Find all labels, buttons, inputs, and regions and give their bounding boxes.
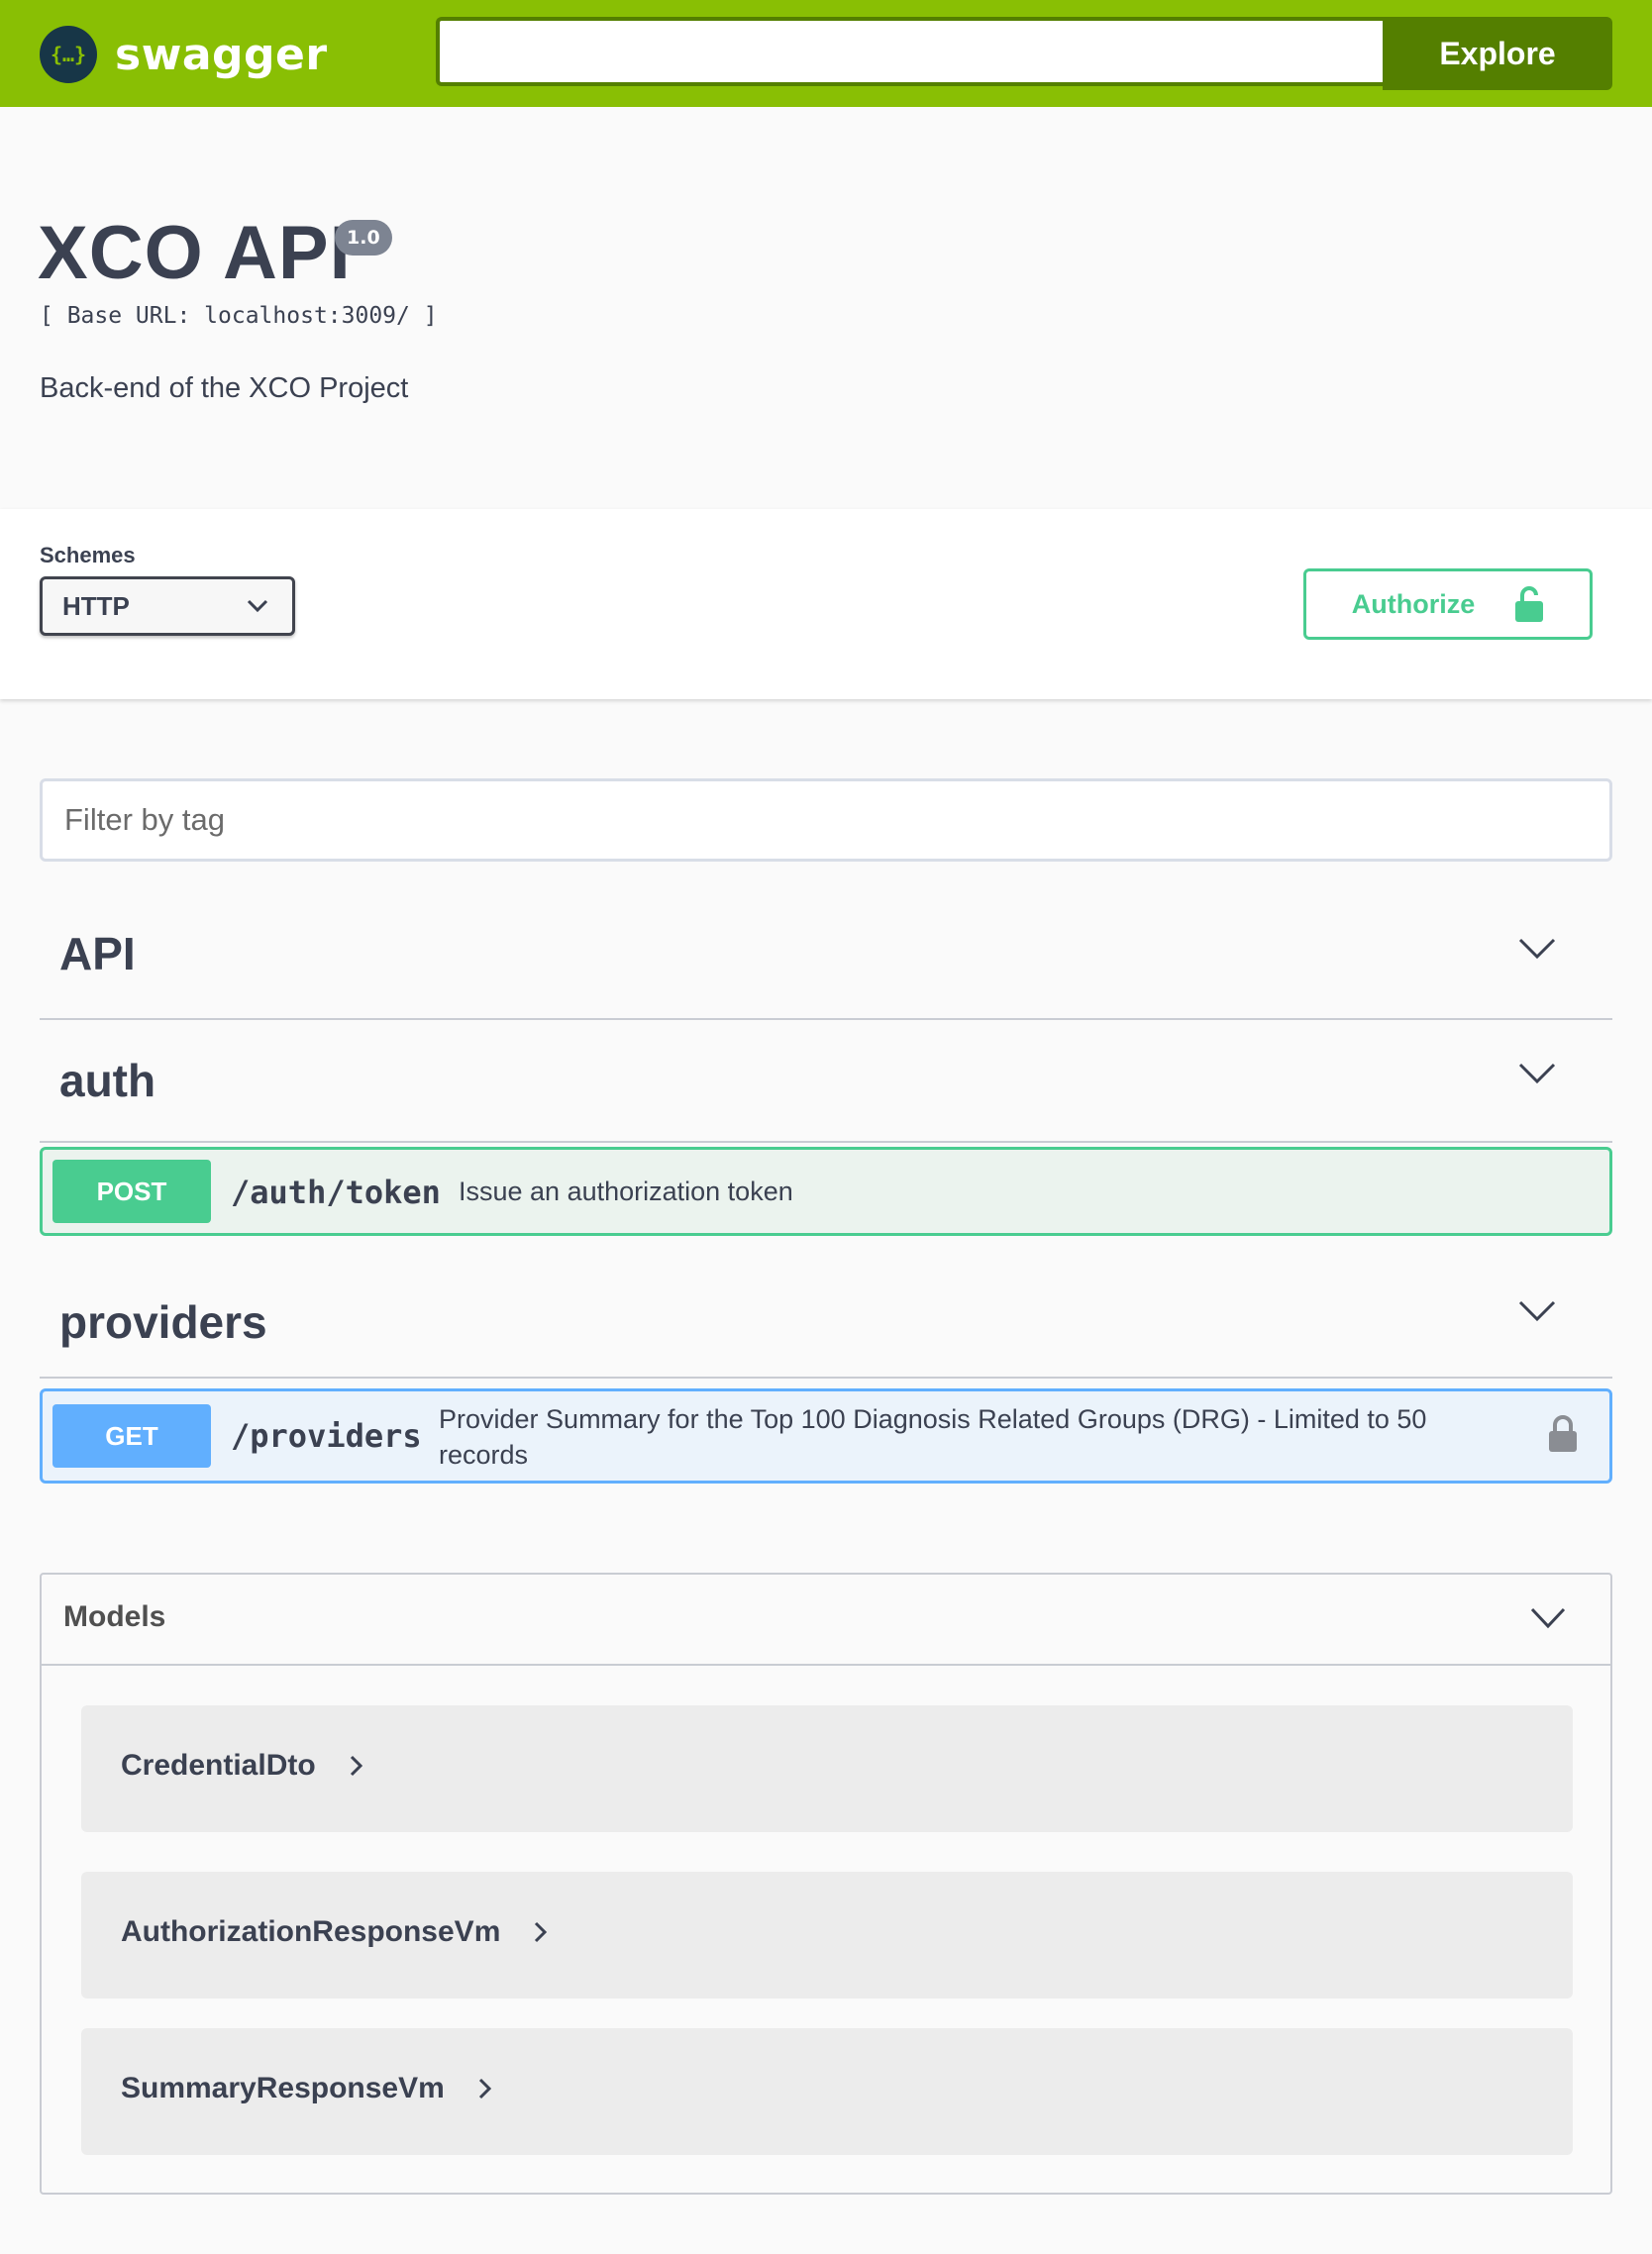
tag-name: auth — [59, 1055, 156, 1106]
operation-path: /providers — [231, 1417, 422, 1455]
chevron-down-icon — [1518, 1300, 1556, 1322]
version-badge: 1.0 — [335, 220, 392, 256]
schemes-label: Schemes — [40, 543, 136, 567]
api-description: Back-end of the XCO Project — [40, 372, 409, 404]
scheme-container: Schemes HTTP Authorize — [0, 509, 1652, 699]
schemes-selected-value: HTTP — [62, 590, 130, 621]
chevron-right-icon — [350, 1755, 362, 1777]
model-name-text: AuthorizationResponseVm — [121, 1915, 501, 1948]
tag-section-api[interactable]: API — [40, 897, 1612, 1020]
tag-section-providers[interactable]: providers — [40, 1256, 1612, 1379]
unlock-icon — [1515, 586, 1544, 622]
chevron-right-icon — [535, 1921, 548, 1943]
model-name-text: SummaryResponseVm — [121, 2072, 445, 2104]
topbar: {…} swagger Explore — [0, 0, 1652, 107]
chevron-right-icon — [478, 2078, 491, 2100]
operation-summary: Issue an authorization token — [459, 1177, 793, 1206]
tag-name: providers — [59, 1296, 267, 1348]
brand-name: swagger — [115, 29, 328, 80]
schemes-select[interactable]: HTTP — [40, 576, 295, 636]
operation-summary-line: Provider Summary for the Top 100 Diagnos… — [439, 1404, 1427, 1434]
operation-post-auth-token[interactable]: POST /auth/token Issue an authorization … — [40, 1147, 1612, 1236]
page-title: XCO API — [38, 211, 352, 295]
model-item[interactable]: CredentialDto — [81, 1705, 1573, 1832]
tag-section-auth[interactable]: auth — [40, 1020, 1612, 1143]
models-header[interactable]: Models — [42, 1575, 1610, 1666]
operation-summary-line: records — [439, 1440, 529, 1470]
authorize-label: Authorize — [1351, 588, 1476, 619]
chevron-down-icon — [1518, 938, 1556, 960]
explore-button[interactable]: Explore — [1383, 17, 1612, 90]
model-name: AuthorizationResponseVm — [121, 1915, 548, 1949]
swagger-logo[interactable]: {…} swagger — [40, 25, 328, 84]
lock-icon[interactable] — [1548, 1415, 1578, 1453]
method-badge-get: GET — [52, 1404, 211, 1468]
model-name: SummaryResponseVm — [121, 2072, 492, 2105]
filter-by-tag-input[interactable]: Filter by tag — [40, 778, 1612, 862]
model-name: CredentialDto — [121, 1749, 363, 1783]
spec-url-input[interactable] — [436, 17, 1383, 86]
chevron-down-icon — [1530, 1607, 1566, 1629]
operation-get-providers[interactable]: GET /providers Provider Summary for the … — [40, 1388, 1612, 1484]
swagger-logo-icon: {…} — [40, 26, 97, 83]
chevron-down-icon — [1518, 1063, 1556, 1084]
base-url: [ Base URL: localhost:3009/ ] — [40, 303, 438, 329]
models-title: Models — [63, 1600, 166, 1633]
method-badge-post: POST — [52, 1160, 211, 1223]
tag-name: API — [59, 928, 136, 979]
models-section: Models CredentialDto AuthorizationRespon… — [40, 1573, 1612, 2195]
operation-summary: Provider Summary for the Top 100 Diagnos… — [439, 1401, 1426, 1473]
model-item[interactable]: AuthorizationResponseVm — [81, 1872, 1573, 1998]
model-item[interactable]: SummaryResponseVm — [81, 2028, 1573, 2155]
operation-path: /auth/token — [231, 1174, 441, 1211]
model-name-text: CredentialDto — [121, 1749, 316, 1782]
chevron-down-icon — [247, 599, 268, 613]
authorize-button[interactable]: Authorize — [1303, 568, 1593, 640]
